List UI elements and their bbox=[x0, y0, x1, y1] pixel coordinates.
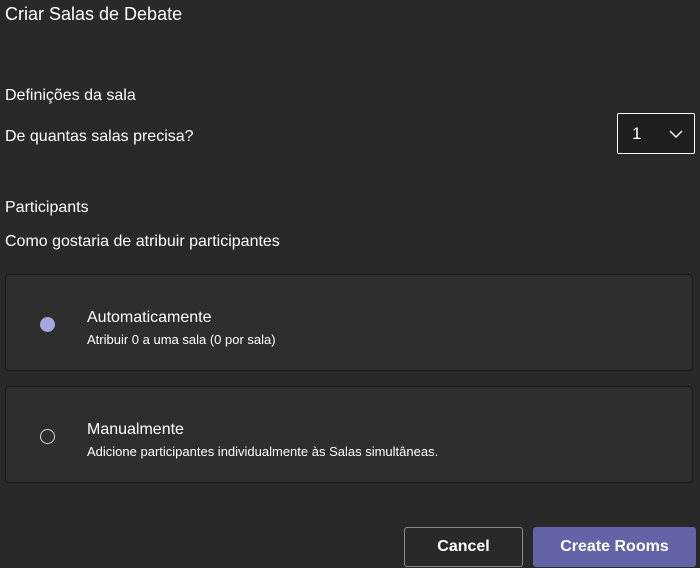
option-manual-title: Manualmente bbox=[87, 421, 184, 438]
cancel-button[interactable]: Cancel bbox=[404, 527, 523, 567]
create-breakout-rooms-dialog: Criar Salas de Debate Definições da sala… bbox=[0, 0, 700, 568]
option-manual-description: Adicione participantes individualmente à… bbox=[87, 444, 439, 459]
option-automatic[interactable]: Automaticamente Atribuir 0 a uma sala (0… bbox=[5, 274, 693, 371]
option-manual[interactable]: Manualmente Adicione participantes indiv… bbox=[5, 386, 693, 483]
dialog-title: Criar Salas de Debate bbox=[5, 4, 183, 24]
room-count-value: 1 bbox=[632, 124, 642, 143]
chevron-down-icon bbox=[669, 130, 683, 138]
option-automatic-title: Automaticamente bbox=[87, 309, 212, 326]
radio-automatic[interactable] bbox=[40, 317, 55, 332]
room-count-select[interactable]: 1 bbox=[617, 113, 695, 154]
option-automatic-description: Atribuir 0 a uma sala (0 por sala) bbox=[87, 332, 276, 347]
assign-method-label: Como gostaria de atribuir participantes bbox=[5, 233, 280, 250]
participants-heading: Participants bbox=[5, 199, 89, 216]
room-settings-heading: Definições da sala bbox=[5, 87, 136, 104]
create-rooms-button[interactable]: Create Rooms bbox=[533, 527, 696, 567]
room-count-label: De quantas salas precisa? bbox=[5, 128, 194, 145]
radio-manual[interactable] bbox=[40, 429, 55, 444]
